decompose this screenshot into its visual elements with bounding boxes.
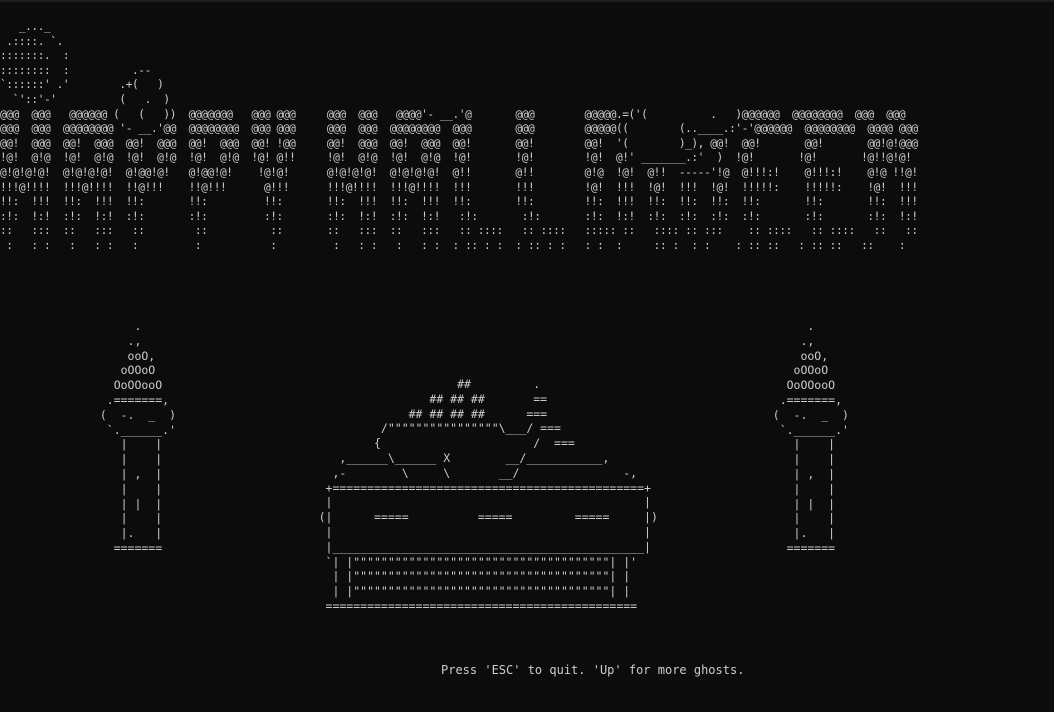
ascii-coffin-with-witch-hat: ## . ## ## ## == ## ## ## ## === /""""""… <box>318 377 658 613</box>
ascii-candle-right: . ., ooO, oOOoO OoOOooO .=======, ( -. _… <box>772 319 849 555</box>
terminal-window[interactable]: _..._ .::::. `. :::::::. : :::::::: : .-… <box>0 0 1054 712</box>
status-hint-text: Press 'ESC' to quit. 'Up' for more ghost… <box>441 663 745 677</box>
ascii-banner-happy-halloween: _..._ .::::. `. :::::::. : :::::::: : .-… <box>0 20 918 252</box>
ascii-candle-left: . ., ooO, oOOoO OoOOooO .=======, ( -. _… <box>99 319 177 555</box>
